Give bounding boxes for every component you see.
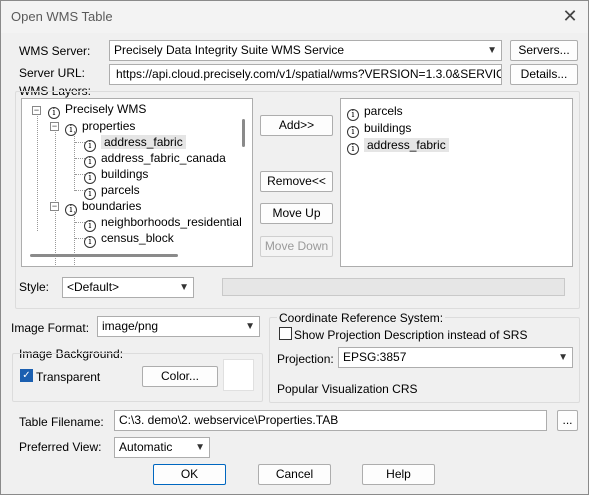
selected-layers-list[interactable]: i parcels i buildings i address_fabric xyxy=(340,98,573,267)
table-filename-field[interactable]: C:\3. demo\2. webservice\Properties.TAB xyxy=(114,410,547,431)
tree-item-address-fabric[interactable]: i address_fabric xyxy=(84,134,186,152)
tree-item-buildings[interactable]: i buildings xyxy=(84,166,148,184)
selected-item-buildings[interactable]: i buildings xyxy=(347,120,411,138)
style-progress-bar xyxy=(222,278,565,296)
browse-button[interactable]: ... xyxy=(557,410,578,431)
preferred-view-select[interactable]: Automatic ▼ xyxy=(114,437,210,458)
info-icon: i xyxy=(84,236,96,248)
details-button[interactable]: Details... xyxy=(510,64,578,85)
show-projection-description-checkbox[interactable] xyxy=(279,327,292,340)
move-up-button[interactable]: Move Up xyxy=(260,203,333,224)
open-wms-table-dialog: Open WMS Table ✕ WMS Server: Precisely D… xyxy=(0,0,589,495)
info-icon: i xyxy=(65,204,77,216)
color-swatch[interactable] xyxy=(223,359,254,391)
preferred-view-value: Automatic xyxy=(119,440,173,454)
transparent-label: Transparent xyxy=(36,370,101,384)
selected-item-parcels[interactable]: i parcels xyxy=(347,103,403,121)
remove-button[interactable]: Remove<< xyxy=(260,171,333,192)
title-bar: Open WMS Table ✕ xyxy=(1,1,588,33)
window-title: Open WMS Table xyxy=(11,9,113,24)
servers-button[interactable]: Servers... xyxy=(510,40,578,61)
projection-value: EPSG:3857 xyxy=(343,350,407,364)
projection-description: Popular Visualization CRS xyxy=(277,382,418,396)
tree-item-precisely-wms[interactable]: i Precisely WMS xyxy=(48,101,146,119)
chevron-down-icon: ▼ xyxy=(245,321,255,332)
wms-server-select[interactable]: Precisely Data Integrity Suite WMS Servi… xyxy=(109,40,502,61)
image-format-value: image/png xyxy=(102,319,159,333)
tree-item-census-block[interactable]: i census_block xyxy=(84,230,174,248)
tree-horizontal-scrollbar[interactable] xyxy=(30,254,178,257)
wms-server-value: Precisely Data Integrity Suite WMS Servi… xyxy=(114,43,345,57)
style-select[interactable]: <Default> ▼ xyxy=(62,277,194,298)
help-button[interactable]: Help xyxy=(362,464,435,485)
color-button[interactable]: Color... xyxy=(142,366,218,387)
tree-item-properties[interactable]: i properties xyxy=(65,118,135,136)
server-url-field[interactable]: https://api.cloud.precisely.com/v1/spati… xyxy=(109,64,502,85)
transparent-checkbox[interactable]: ✓ xyxy=(20,369,33,382)
info-icon: i xyxy=(48,107,60,119)
layers-tree[interactable]: − i Precisely WMS − i properties i address_… xyxy=(21,98,253,267)
projection-select[interactable]: EPSG:3857 ▼ xyxy=(338,347,573,368)
ok-button[interactable]: OK xyxy=(153,464,226,485)
image-format-select[interactable]: image/png ▼ xyxy=(97,316,260,337)
info-icon: i xyxy=(347,143,359,155)
tree-item-boundaries[interactable]: i boundaries xyxy=(65,198,141,216)
tree-item-neighborhoods-residential[interactable]: i neighborhoods_residential xyxy=(84,214,242,232)
cancel-button[interactable]: Cancel xyxy=(258,464,331,485)
tree-item-address-fabric-canada[interactable]: i address_fabric_canada xyxy=(84,150,226,168)
info-icon: i xyxy=(65,124,77,136)
collapse-toggle-properties[interactable]: − xyxy=(50,122,59,131)
chevron-down-icon: ▼ xyxy=(179,282,189,293)
move-down-button[interactable]: Move Down xyxy=(260,236,333,257)
wms-server-label: WMS Server: xyxy=(19,44,91,58)
style-label: Style: xyxy=(19,280,50,294)
chevron-down-icon: ▼ xyxy=(558,352,568,363)
style-value: <Default> xyxy=(67,280,120,294)
chevron-down-icon: ▼ xyxy=(195,442,205,453)
projection-label: Projection: xyxy=(277,352,334,366)
server-url-label: Server URL: xyxy=(19,66,86,80)
table-filename-label: Table Filename: xyxy=(19,415,104,429)
preferred-view-label: Preferred View: xyxy=(19,440,102,454)
collapse-toggle-boundaries[interactable]: − xyxy=(50,202,59,211)
add-button[interactable]: Add>> xyxy=(260,115,333,136)
crs-label: Coordinate Reference System: xyxy=(277,311,446,325)
image-format-label: Image Format: xyxy=(11,321,90,335)
tree-vertical-scrollbar[interactable] xyxy=(242,119,245,147)
close-icon[interactable]: ✕ xyxy=(558,4,582,28)
chevron-down-icon: ▼ xyxy=(487,45,497,56)
selected-item-address-fabric[interactable]: i address_fabric xyxy=(347,137,449,155)
show-projection-description-label: Show Projection Description instead of S… xyxy=(294,328,528,342)
collapse-toggle-precisely-wms[interactable]: − xyxy=(32,106,41,115)
tree-item-parcels[interactable]: i parcels xyxy=(84,182,140,200)
